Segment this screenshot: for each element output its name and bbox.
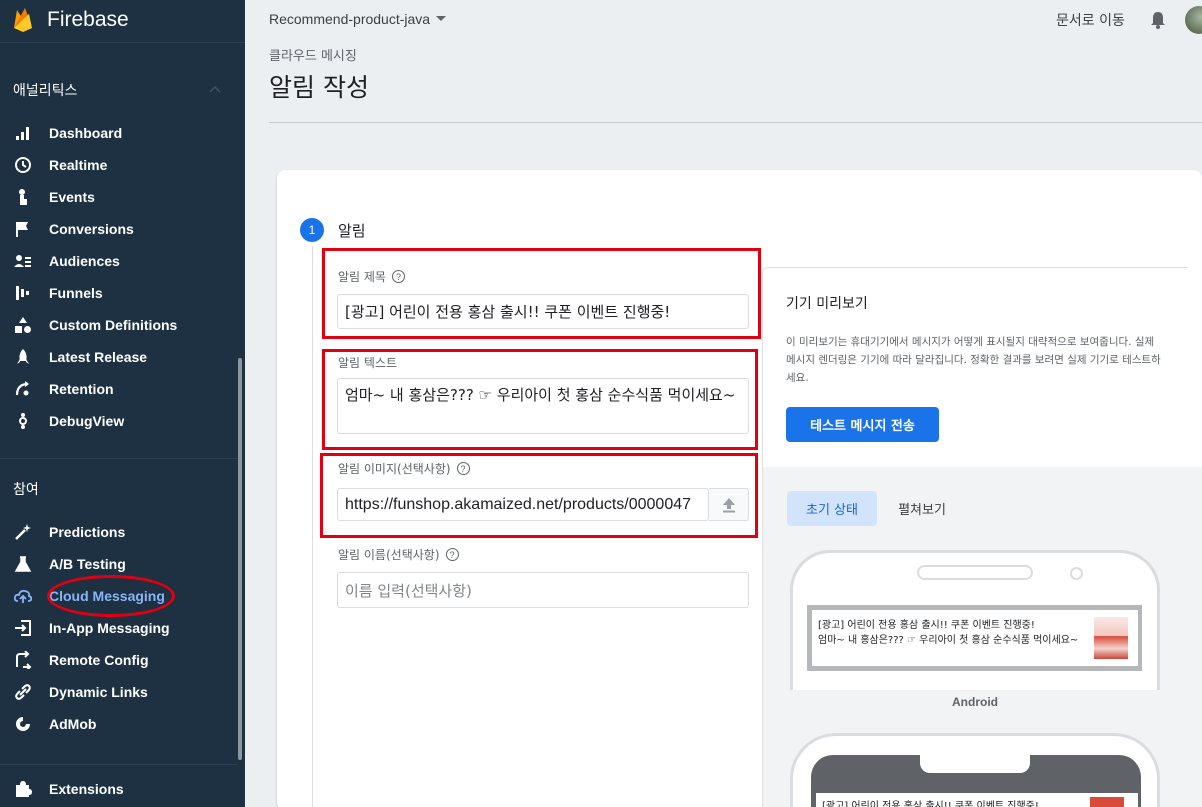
puzzle-icon — [11, 777, 35, 801]
platform-label: Android — [952, 695, 998, 709]
sidebar-item-custom-definitions[interactable]: Custom Definitions — [0, 309, 235, 341]
sidebar-item-label: Dynamic Links — [49, 684, 148, 700]
link-icon — [11, 680, 35, 704]
highlight-oval — [47, 575, 175, 617]
cloud-icon — [11, 584, 35, 608]
sidebar-item-label: Remote Config — [49, 652, 149, 668]
sidebar-item-funnels[interactable]: Funnels — [0, 277, 235, 309]
sidebar-item-remote-config[interactable]: Remote Config — [0, 644, 235, 676]
sidebar-item-realtime[interactable]: Realtime — [0, 149, 235, 181]
config-icon — [11, 648, 35, 672]
page-title: 알림 작성 — [269, 73, 369, 102]
sidebar-item-label: Latest Release — [49, 349, 148, 365]
sidebar-item-label: DebugView — [49, 413, 125, 429]
admob-icon — [11, 712, 35, 736]
firebase-flame-icon — [14, 8, 32, 32]
step-title[interactable]: 알림 — [338, 220, 366, 241]
sidebar-item-label: Conversions — [49, 221, 134, 237]
flag-icon — [11, 217, 35, 241]
sidebar-item-label: In-App Messaging — [49, 620, 170, 636]
notification-preview: [광고] 어린이 전용 홍삼 출시!! 쿠폰 이벤트 진행중! 엄마~ 내 홍삼… — [812, 610, 1138, 666]
sidebar-item-predictions[interactable]: Predictions — [0, 516, 235, 548]
funnel-icon — [11, 281, 35, 305]
preview-description: 이 미리보기는 휴대기기에서 메시지가 어떻게 표시될지 대략적으로 보여줍니다… — [786, 336, 1161, 384]
sidebar-item-label: Predictions — [49, 524, 126, 540]
sidebar-item-label: Custom Definitions — [49, 317, 178, 333]
touch-icon — [11, 185, 35, 209]
send-test-message-button[interactable]: 테스트 메시지 전송 — [786, 407, 939, 442]
name-label-text: 알림 이름(선택사항) — [338, 548, 440, 562]
sidebar-item-dynamic-links[interactable]: Dynamic Links — [0, 676, 235, 708]
step-connector — [312, 246, 313, 807]
breadcrumb[interactable]: 클라우드 메시징 — [269, 45, 357, 64]
sidebar: Firebase 애널리틱스 Dashboard Realtime Events… — [0, 0, 245, 807]
sidebar-item-dashboard[interactable]: Dashboard — [0, 117, 235, 149]
sidebar-item-label: AdMob — [49, 716, 97, 732]
sidebar-item-label: Retention — [49, 381, 114, 397]
sidebar-item-admob[interactable]: AdMob — [0, 708, 235, 740]
app-name: Firebase — [47, 8, 129, 31]
divider — [0, 42, 245, 43]
sidebar-item-label: Realtime — [49, 157, 108, 173]
sidebar-item-label: A/B Testing — [49, 556, 126, 572]
notification-preview-title: [광고] 어린이 전용 홍삼 출시!! 쿠폰 이벤트 진행중! — [818, 620, 1035, 631]
wand-icon — [11, 520, 35, 544]
avatar[interactable] — [1185, 6, 1202, 34]
name-label: 알림 이름(선택사항) ? — [338, 546, 459, 563]
top-bar: Recommend-product-java 문서로 이동 — [245, 0, 1202, 40]
retention-icon — [11, 377, 35, 401]
divider — [269, 122, 1202, 123]
docs-link[interactable]: 문서로 이동 — [1056, 10, 1125, 30]
bell-icon[interactable] — [1147, 9, 1169, 31]
caret-down-icon — [436, 16, 447, 21]
bar-chart-icon — [11, 121, 35, 145]
phone-notch — [920, 755, 1030, 773]
sidebar-item-label: Dashboard — [49, 125, 123, 141]
sidebar-item-extensions[interactable]: Extensions — [0, 773, 235, 805]
sidebar-item-label: Extensions — [49, 781, 124, 797]
phone-camera — [1070, 567, 1083, 580]
divider — [0, 458, 238, 459]
highlight-box-image — [320, 453, 758, 538]
rocket-icon — [11, 345, 35, 369]
highlight-box-title — [322, 248, 761, 339]
sidebar-item-debugview[interactable]: DebugView — [0, 405, 235, 437]
notification-thumbnail — [1090, 797, 1124, 807]
firebase-logo[interactable]: Firebase — [12, 4, 129, 36]
divider — [0, 764, 238, 765]
notification-thumbnail — [1094, 617, 1128, 659]
help-icon[interactable]: ? — [445, 548, 459, 561]
analytics-section-title: 애널리틱스 — [13, 83, 78, 99]
sidebar-item-conversions[interactable]: Conversions — [0, 213, 235, 245]
sidebar-item-label: Events — [49, 189, 95, 205]
clock-icon — [11, 153, 35, 177]
project-selector[interactable]: Recommend-product-java — [269, 11, 447, 27]
sidebar-item-audiences[interactable]: Audiences — [0, 245, 235, 277]
flask-icon — [11, 552, 35, 576]
chevron-up-icon[interactable] — [207, 83, 223, 95]
highlight-box-text — [322, 349, 758, 450]
inapp-icon — [11, 616, 35, 640]
sidebar-item-label: Audiences — [49, 253, 120, 269]
notification-name-input[interactable]: 이름 입력(선택사항) — [337, 572, 749, 608]
tab-expanded[interactable]: 펼쳐보기 — [880, 491, 964, 526]
sidebar-item-events[interactable]: Events — [0, 181, 235, 213]
sidebar-item-label: Funnels — [49, 285, 103, 301]
project-name: Recommend-product-java — [269, 11, 431, 27]
step-number: 1 — [300, 218, 324, 242]
notification-preview-text: 엄마~ 내 홍삼은??? ☞ 우리아이 첫 홍삼 순수식품 먹이세요~ — [818, 635, 1079, 646]
debug-icon — [11, 409, 35, 433]
shapes-icon — [11, 313, 35, 337]
audience-icon — [11, 249, 35, 273]
sidebar-item-latest-release[interactable]: Latest Release — [0, 341, 235, 373]
phone-speaker — [917, 565, 1033, 580]
sidebar-scrollbar[interactable] — [238, 358, 242, 760]
preview-title: 기기 미리보기 — [786, 296, 868, 312]
sidebar-item-retention[interactable]: Retention — [0, 373, 235, 405]
tab-initial-state[interactable]: 초기 상태 — [787, 491, 877, 526]
engage-section-title: 참여 — [13, 482, 39, 498]
